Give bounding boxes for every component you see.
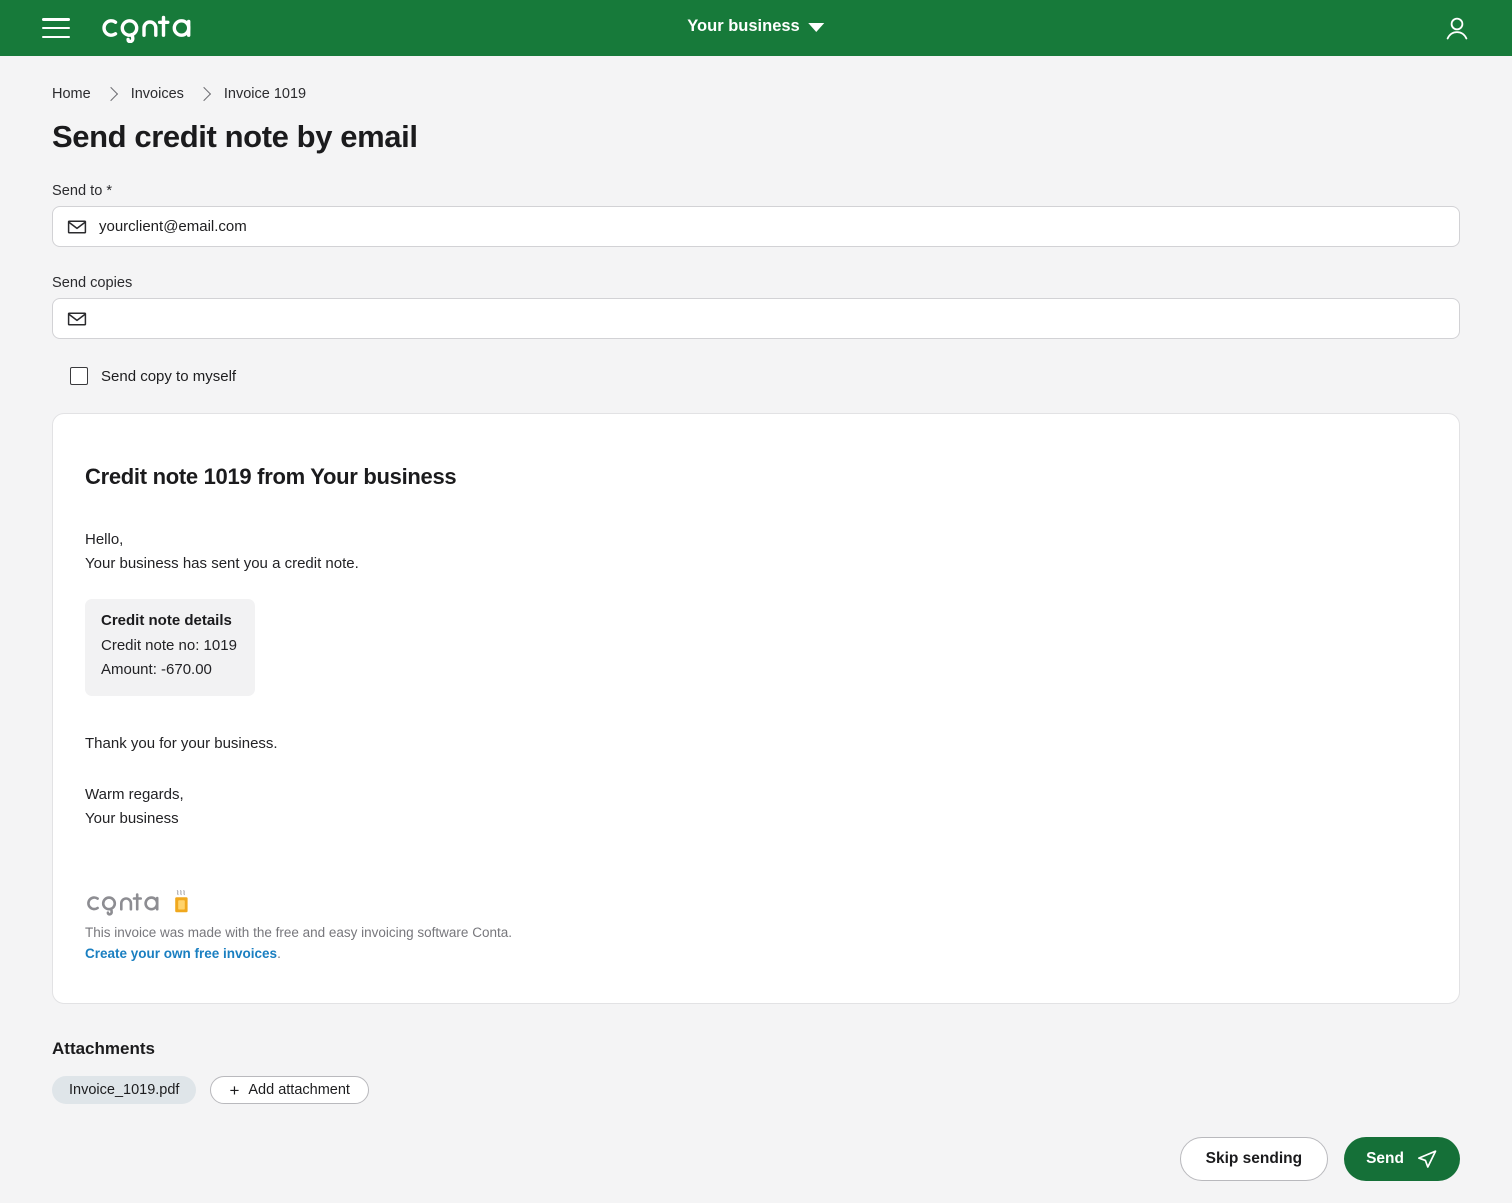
email-sender: Your business (85, 810, 179, 827)
send-copies-label: Send copies (52, 275, 133, 291)
conta-wordmark-icon (87, 893, 159, 916)
attachments-row: Invoice_1019.pdf + Add attachment (52, 1076, 1460, 1104)
link-period: . (277, 946, 281, 961)
send-button[interactable]: Send (1344, 1137, 1460, 1181)
create-free-invoices-link[interactable]: Create your own free invoices. (85, 946, 281, 961)
send-to-field[interactable] (52, 206, 1460, 247)
page-content: Home Invoices Invoice 1019 Send credit n… (0, 86, 1512, 1181)
send-copy-to-myself-checkbox[interactable] (70, 367, 88, 385)
paper-plane-icon (1417, 1150, 1437, 1168)
credit-note-amount: Amount: -670.00 (101, 661, 212, 678)
hamburger-line (42, 18, 70, 21)
email-preview-card: Credit note 1019 from Your business Hell… (52, 413, 1460, 1004)
credit-note-details-box: Credit note details Credit note no: 1019… (85, 599, 255, 696)
breadcrumb-item-home[interactable]: Home (52, 86, 91, 102)
email-signoff: Warm regards, (85, 786, 184, 803)
send-to-input[interactable] (99, 207, 1445, 246)
breadcrumb-item-invoices[interactable]: Invoices (131, 86, 184, 102)
hamburger-line (42, 35, 70, 38)
breadcrumb-separator-icon (196, 86, 211, 102)
breadcrumb-separator-icon (103, 86, 118, 102)
email-footer: This invoice was made with the free and … (85, 883, 1427, 963)
email-intro: Your business has sent you a credit note… (85, 555, 359, 572)
conta-logo[interactable] (100, 13, 196, 43)
envelope-icon (67, 220, 87, 233)
add-attachment-label: Add attachment (248, 1082, 350, 1098)
send-to-label-text: Send to (52, 183, 103, 199)
hamburger-menu-icon[interactable] (42, 18, 70, 38)
add-attachment-button[interactable]: + Add attachment (210, 1076, 369, 1104)
send-copy-to-myself-label: Send copy to myself (101, 367, 237, 385)
send-button-label: Send (1366, 1150, 1404, 1167)
hamburger-line (42, 26, 70, 30)
user-account-icon[interactable] (1442, 13, 1472, 43)
create-free-invoices-link-text: Create your own free invoices (85, 946, 278, 961)
page-title: Send credit note by email (52, 119, 418, 154)
credit-note-number: Credit note no: 1019 (101, 637, 237, 654)
coffee-cup-icon (175, 890, 188, 913)
send-copy-to-myself-row[interactable]: Send copy to myself (70, 367, 1460, 385)
breadcrumb: Home Invoices Invoice 1019 (52, 86, 1460, 102)
plus-icon: + (229, 1080, 240, 1100)
email-thanks: Thank you for your business. (85, 735, 278, 752)
envelope-icon (67, 312, 87, 325)
send-copies-field[interactable] (52, 298, 1460, 339)
footer-note: This invoice was made with the free and … (85, 925, 512, 940)
attachment-chip[interactable]: Invoice_1019.pdf (52, 1076, 197, 1104)
required-asterisk: * (106, 183, 113, 199)
app-header: Your business (0, 0, 1512, 56)
credit-note-details-title: Credit note details (101, 612, 232, 629)
breadcrumb-item-current: Invoice 1019 (223, 86, 307, 102)
send-copies-input[interactable] (99, 299, 1445, 338)
send-to-label: Send to * (52, 183, 1460, 199)
conta-footer-logo (85, 883, 1427, 917)
form-actions: Skip sending Send (52, 1137, 1460, 1181)
email-greeting: Hello, (85, 531, 124, 548)
email-subject: Credit note 1019 from Your business (85, 464, 457, 489)
skip-sending-button[interactable]: Skip sending (1179, 1137, 1329, 1181)
attachments-title: Attachments (52, 1039, 155, 1058)
chevron-down-icon (808, 23, 825, 32)
business-switcher-label: Your business (687, 17, 800, 35)
business-switcher[interactable]: Your business (687, 17, 825, 36)
